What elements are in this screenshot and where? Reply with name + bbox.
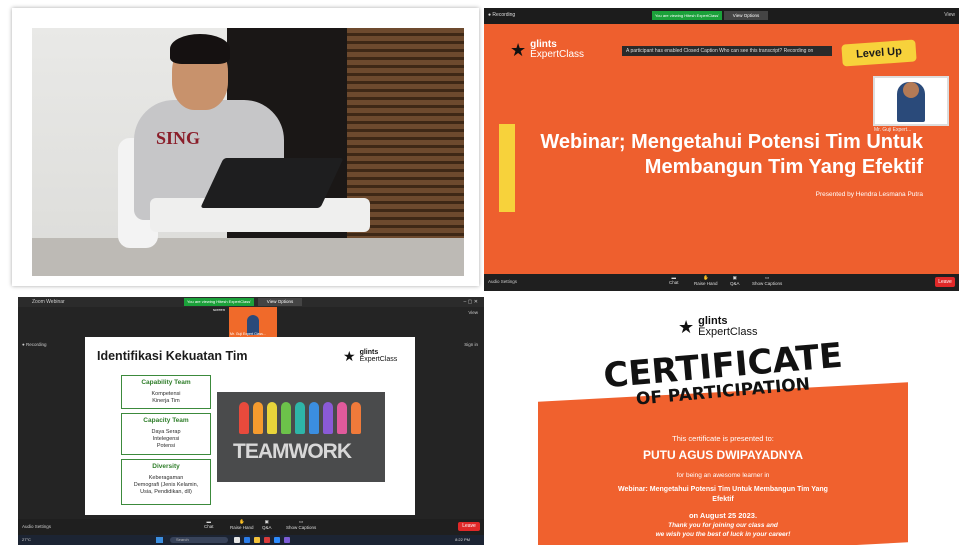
captions-button[interactable]: ▭ Show Captions: [752, 275, 782, 286]
glints-logo: ★ glints ExpertClass: [510, 39, 585, 60]
glints-logo: ★ glints ExpertClass: [343, 348, 398, 364]
captions-button[interactable]: ▭ Show Captions: [286, 519, 316, 530]
recipient-name: PUTU AGUS DWIPAYADNYA: [642, 448, 804, 462]
window-titlebar: Zoom Webinar You are viewing Hitesh Expe…: [18, 297, 484, 312]
laptop: [200, 158, 344, 208]
view-button[interactable]: View: [468, 310, 478, 315]
capacity-box: Capacity Team Daya Serap Intelegensi Pot…: [121, 413, 211, 455]
glints-logo: ★ glints ExpertClass: [678, 315, 758, 338]
audio-settings[interactable]: Audio Settings: [488, 279, 517, 284]
leave-button[interactable]: Leave: [458, 522, 480, 531]
recording-indicator: ● Recording: [488, 12, 516, 18]
explorer-icon[interactable]: [254, 537, 260, 543]
meeting-controls: Audio Settings ▬ Chat ✋ Raise Hand ▣ Q&A ▭ S…: [18, 519, 484, 535]
view-button[interactable]: View: [944, 12, 955, 18]
sign-in-link[interactable]: Sign in: [464, 342, 478, 347]
webinar-window: ● Recording You are viewing Hitesh Exper…: [484, 8, 959, 291]
caption-notification[interactable]: A participant has enabled Closed Caption…: [622, 46, 832, 56]
clock[interactable]: 8:22 PM: [455, 537, 470, 542]
edge-icon[interactable]: [244, 537, 250, 543]
for-being: for being an awesome learner in: [676, 472, 770, 479]
chat-button[interactable]: ▬ Chat: [669, 275, 679, 285]
floor: [32, 238, 464, 276]
certificate: ★ glints ExpertClass CERTIFICATE OF PART…: [488, 300, 958, 545]
slide-title-line1: Webinar; Mengetahui Potensi Tim Untuk: [540, 131, 923, 153]
teamwork-image: TEAMWORK: [217, 392, 385, 482]
screen-share-banner: You are viewing Hitesh ExpertClass' scre…: [184, 298, 254, 312]
shared-slide: A participant has enabled Closed Caption…: [484, 24, 959, 274]
speaker-video[interactable]: [873, 76, 949, 126]
slide-title-line2: Membangun Tim Yang Efektif: [644, 156, 923, 178]
windows-taskbar: 27°C Search 8:22 PM: [18, 535, 484, 545]
recording-indicator: ● Recording: [22, 342, 47, 347]
raise-hand-button[interactable]: ✋ Raise Hand: [694, 275, 718, 286]
participant-photo: SING: [12, 8, 479, 286]
shared-slide: Identifikasi Kekuatan Tim ★ glints Exper…: [85, 337, 415, 515]
star-icon: ★: [678, 317, 695, 337]
yellow-accent: [499, 124, 515, 212]
raise-hand-button[interactable]: ✋ Raise Hand: [230, 519, 254, 530]
thanks-line2: we wish you the best of luck in your car…: [655, 531, 791, 538]
zoom-icon[interactable]: [274, 537, 280, 543]
course-line2: Efektif: [712, 496, 734, 503]
taskbar-search[interactable]: Search: [170, 537, 228, 543]
app-icon[interactable]: [284, 537, 290, 543]
diversity-box: Diversity Keberagaman Demografi (Jenis K…: [121, 459, 211, 505]
view-options-button[interactable]: View Options: [258, 298, 302, 306]
view-options-button[interactable]: View Options: [724, 11, 768, 20]
taskview-icon[interactable]: [234, 537, 240, 543]
presenter-credit: Presented by Hendra Lesmana Putra: [815, 191, 923, 198]
star-icon: ★: [510, 40, 527, 60]
speaker-video[interactable]: Mr. Guji Expert Class...: [229, 307, 277, 337]
capability-box: Capability Team Kompetensi Kinerja Tim: [121, 375, 211, 409]
thanks-line1: Thank you for joining our class and: [668, 522, 778, 529]
level-up-badge: Level Up: [841, 39, 917, 67]
slide-title: Identifikasi Kekuatan Tim: [97, 349, 248, 363]
photo-scene: SING: [32, 28, 464, 276]
screen-share-banner: You are viewing Hitesh ExpertClass' scre…: [652, 11, 722, 27]
windows-start-icon[interactable]: [156, 537, 163, 543]
course-line1: Webinar: Mengetahui Potensi Tim Untuk Me…: [618, 486, 828, 493]
presented-to: This certificate is presented to:: [672, 434, 774, 443]
window-controls[interactable]: – ▢ ✕: [464, 297, 478, 307]
chrome-icon[interactable]: [264, 537, 270, 543]
meeting-controls: Audio Settings ▬ Chat ✋ Raise Hand ▣ Q&A ▭ S…: [484, 274, 959, 291]
window-title: Zoom Webinar: [32, 299, 65, 305]
qa-button[interactable]: ▣ Q&A: [730, 275, 740, 286]
shirt-print: SING: [156, 128, 201, 148]
person-hair: [170, 34, 230, 64]
chat-button[interactable]: ▬ Chat: [204, 519, 214, 529]
certificate-date: on August 25 2023.: [688, 511, 758, 520]
weather-widget[interactable]: 27°C: [22, 537, 31, 542]
teamwork-text: TEAMWORK: [233, 440, 352, 463]
zoom-window: Zoom Webinar You are viewing Hitesh Expe…: [18, 297, 484, 545]
leave-button[interactable]: Leave: [935, 277, 955, 287]
star-icon: ★: [343, 348, 356, 364]
qa-button[interactable]: ▣ Q&A: [262, 519, 272, 530]
audio-settings[interactable]: Audio Settings: [22, 524, 51, 529]
